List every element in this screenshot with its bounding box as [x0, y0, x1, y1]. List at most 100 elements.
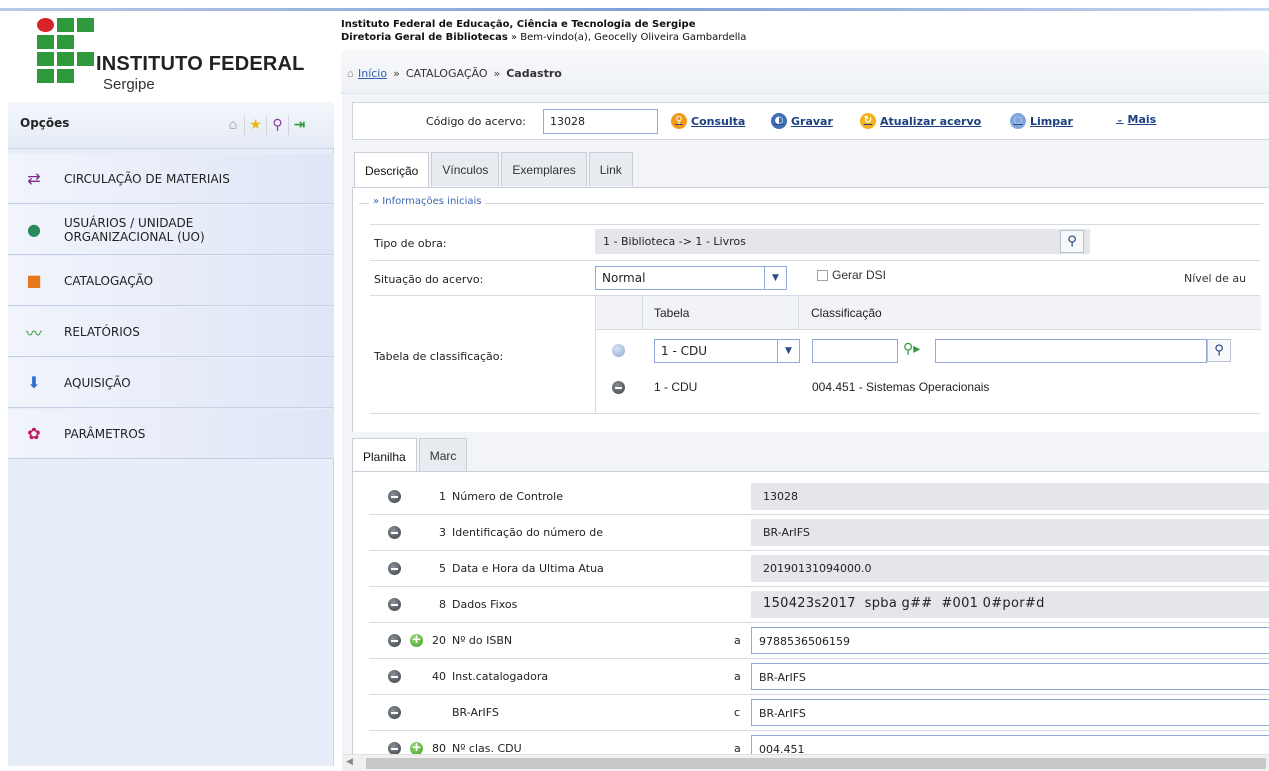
tab-planilha[interactable]: Planilha — [352, 438, 417, 474]
horizontal-scrollbar[interactable]: ◀ — [342, 754, 1269, 771]
welcome-text: » Bem-vindo(a), Geocelly Oliveira Gambar… — [507, 32, 747, 43]
remove-icon[interactable] — [388, 634, 401, 647]
header-accent-line — [0, 8, 1269, 11]
classificacao-table: Tabela Classificação 1 - CDU ▼ ⚲▸ ⚲ 1 - … — [595, 296, 1261, 413]
remove-icon[interactable] — [388, 562, 401, 575]
sidebar-header: Opções ⌂ ★ ⚲ ⇥ — [8, 102, 334, 149]
remove-icon[interactable] — [388, 706, 401, 719]
tab-descricao[interactable]: Descrição — [354, 152, 430, 188]
remove-icon[interactable] — [612, 381, 625, 394]
search-icon[interactable]: ⚲ — [1060, 230, 1084, 253]
acervo-code-input[interactable] — [543, 109, 658, 134]
home-icon[interactable]: ⌂ — [347, 67, 354, 80]
remove-icon[interactable] — [388, 526, 401, 539]
save-icon: ◐ — [771, 113, 787, 129]
marc-value: 13028 — [751, 483, 1269, 510]
classificacao-code-input[interactable] — [812, 339, 898, 363]
marc-row: 8 Dados Fixos 150423s2017 spba g## #001 … — [369, 587, 1269, 623]
acquisition-icon: ⬇ — [27, 373, 41, 392]
scrollbar-thumb[interactable] — [366, 758, 1266, 769]
remove-icon[interactable] — [388, 490, 401, 503]
marc-row: 1 Número de Controle 13028 — [369, 479, 1269, 515]
breadcrumb-bar: ⌂ Início» CATALOGAÇÃO» Cadastro — [341, 50, 1269, 94]
limpar-button[interactable]: ◌ Limpar — [1010, 113, 1073, 129]
marc-value: 20190131094000.0 — [751, 555, 1269, 582]
scroll-left-icon[interactable]: ◀ — [346, 757, 353, 767]
sidebar-item-aquisicao[interactable]: ⬇ AQUISIÇÃO — [8, 358, 334, 408]
acervo-toolbar: Código do acervo: ⚲Consulta ◐Gravar ↻Atu… — [352, 102, 1269, 140]
sidebar-item-label: PARÂMETROS — [64, 426, 146, 441]
remove-icon[interactable] — [388, 598, 401, 611]
marc-row: 20 Nº do ISBN a 9788536506159 — [369, 623, 1269, 659]
institution-info: Instituto Federal de Educação, Ciência e… — [341, 18, 746, 44]
info-legend: » Informações iniciais — [359, 196, 1264, 207]
users-icon: ● — [27, 220, 41, 239]
col-classificacao: Classificação — [798, 296, 1261, 330]
mais-button[interactable]: ⌄ Mais — [1116, 113, 1156, 126]
sidebar-item-usuarios[interactable]: ● USUÁRIOS / UNIDADE ORGANIZACIONAL (UO) — [8, 205, 334, 255]
table-cell: 1 - CDU — [654, 380, 698, 394]
institution-name: Instituto Federal de Educação, Ciência e… — [341, 19, 696, 30]
marc-row: BR-ArIFS c BR-ArIFS — [369, 695, 1269, 731]
chevron-down-icon: ▼ — [777, 340, 799, 362]
institution-logo[interactable]: INSTITUTO FEDERAL Sergipe — [37, 18, 337, 98]
sidebar-item-label: CATALOGAÇÃO — [64, 273, 154, 288]
tab-link[interactable]: Link — [588, 152, 633, 186]
sidebar-tools: ⌂ ★ ⚲ ⇥ — [222, 115, 310, 135]
tab-marc[interactable]: Marc — [418, 438, 468, 472]
sidebar-item-relatorios[interactable]: 〰 RELATÓRIOS — [8, 307, 334, 357]
classificacao-label: Tabela de classificação: — [374, 350, 504, 363]
clear-icon: ◌ — [1010, 113, 1026, 129]
search-icon[interactable]: ⚲ — [1207, 339, 1231, 362]
breadcrumb-section: CATALOGAÇÃO — [405, 67, 488, 80]
marc-row: 40 Inst.catalogadora a BR-ArIFS — [369, 659, 1269, 695]
breadcrumb-home-link[interactable]: Início — [358, 67, 387, 80]
marc-input[interactable]: BR-ArIFS — [751, 699, 1269, 726]
marc-input[interactable]: BR-ArIFS — [751, 663, 1269, 690]
tipo-obra-value: 1 - Biblioteca -> 1 - Livros — [595, 229, 1090, 254]
main-tabs: Descrição Vínculos Exemplares Link — [354, 152, 635, 188]
exit-icon[interactable]: ⇥ — [288, 115, 310, 135]
tab-exemplares[interactable]: Exemplares — [501, 152, 587, 186]
remove-icon[interactable] — [388, 670, 401, 683]
sidebar-item-catalogacao[interactable]: ■ CATALOGAÇÃO — [8, 256, 334, 306]
chevron-down-icon: ▼ — [764, 267, 786, 289]
tipo-obra-label: Tipo de obra: — [374, 237, 447, 250]
home-icon[interactable]: ⌂ — [222, 115, 244, 135]
classificacao-row: Tabela de classificação: Tabela Classifi… — [370, 296, 1261, 414]
info-form: Tipo de obra: 1 - Biblioteca -> 1 - Livr… — [370, 224, 1261, 414]
search-add-icon[interactable]: ⚲▸ — [903, 341, 920, 357]
cataloging-icon: ■ — [26, 271, 42, 290]
atualizar-acervo-button[interactable]: ↻ Atualizar acervo — [860, 113, 981, 129]
table-header: Tabela Classificação — [596, 296, 1261, 330]
parameters-icon: ✿ — [27, 424, 41, 443]
tab-vinculos[interactable]: Vínculos — [431, 152, 500, 186]
main-content: Código do acervo: ⚲Consulta ◐Gravar ↻Atu… — [342, 94, 1269, 771]
sidebar-item-circulacao[interactable]: ⇄ CIRCULAÇÃO DE MATERIAIS — [8, 154, 334, 204]
sidebar-item-label: RELATÓRIOS — [64, 324, 140, 339]
gerar-dsi-checkbox[interactable]: Gerar DSI — [817, 268, 886, 282]
circulation-icon: ⇄ — [27, 169, 41, 188]
favorite-star-icon[interactable]: ★ — [244, 115, 266, 135]
col-tabela: Tabela — [642, 296, 798, 330]
sidebar-item-label: CIRCULAÇÃO DE MATERIAIS — [64, 171, 230, 186]
sidebar-item-parametros[interactable]: ✿ PARÂMETROS — [8, 409, 334, 459]
situacao-select[interactable]: Normal ▼ — [595, 266, 787, 290]
secondary-tabs: Planilha Marc — [352, 438, 469, 474]
tipo-obra-row: Tipo de obra: 1 - Biblioteca -> 1 - Livr… — [370, 225, 1260, 261]
breadcrumb: ⌂ Início» CATALOGAÇÃO» Cadastro — [347, 67, 562, 80]
location-pin-icon[interactable]: ⚲ — [266, 115, 288, 135]
marc-row: 5 Data e Hora da Ultima Atua 20190131094… — [369, 551, 1269, 587]
tabela-select[interactable]: 1 - CDU ▼ — [654, 339, 800, 363]
marc-row: 3 Identificação do número de BR-ArIFS — [369, 515, 1269, 551]
refresh-icon[interactable] — [612, 344, 625, 357]
classificacao-desc-input[interactable] — [935, 339, 1207, 363]
consulta-button[interactable]: ⚲ Consulta — [671, 113, 745, 129]
marc-input[interactable]: 9788536506159 — [751, 627, 1269, 654]
acervo-code-label: Código do acervo: — [426, 115, 526, 128]
sidebar-title: Opções — [20, 116, 70, 130]
search-icon: ⚲ — [671, 113, 687, 129]
nivel-label: Nível de au — [1184, 272, 1247, 285]
gravar-button[interactable]: ◐ Gravar — [771, 113, 833, 129]
sidebar: Opções ⌂ ★ ⚲ ⇥ ⇄ CIRCULAÇÃO DE MATERIAIS… — [8, 102, 334, 766]
